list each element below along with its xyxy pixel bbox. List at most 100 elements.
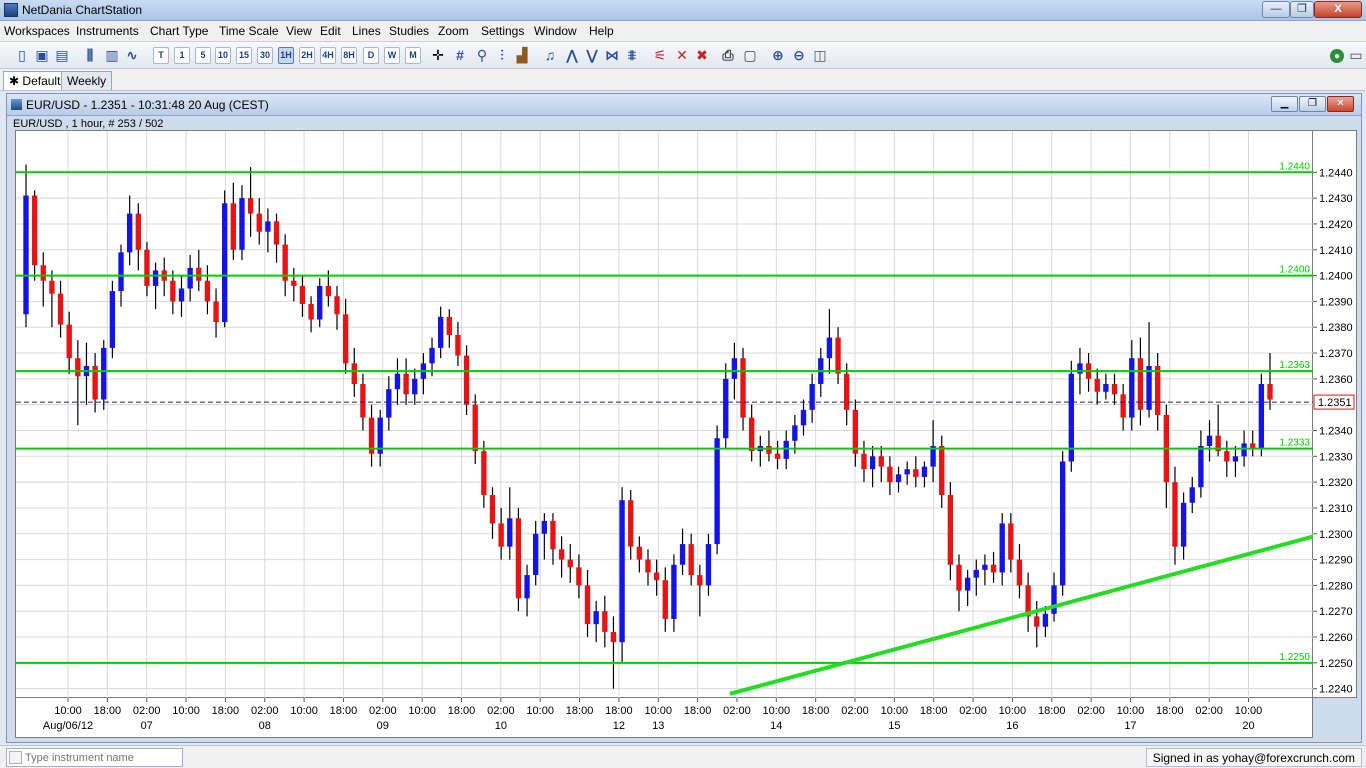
study-icon[interactable]: ⚲ [474,47,490,64]
menu-edit[interactable]: Edit [320,24,341,38]
delete-icon[interactable]: ✕ [674,47,690,64]
candle-body-up [524,575,530,599]
timescale-15m[interactable]: 15 [236,47,252,64]
timescale-4h[interactable]: 4H [320,47,336,64]
timescale-5m[interactable]: 5 [195,47,211,64]
candle-body-up [921,466,928,477]
level-label: 1.2363 [1279,360,1310,371]
timescale-2h[interactable]: 2H [299,47,315,64]
candle [982,554,988,586]
x-date-label: 14 [770,720,782,732]
candle-body-down [463,355,470,405]
candlestick-chart[interactable]: 1.2440 1.2400 1.2363 1.2333 1.2250 [16,131,1315,699]
instrument-search-input[interactable] [25,750,181,765]
zoom-out-icon[interactable]: ⊖ [791,47,807,64]
y-tick-label: 1.2270 [1319,606,1353,618]
grid-icon[interactable]: # [452,47,468,64]
candle [835,327,841,385]
timescale-daily[interactable]: D [363,47,379,64]
candle-body-up [178,288,185,302]
crosshair-icon[interactable]: ✛ [430,47,446,64]
timescale-1h[interactable]: 1H [278,47,294,64]
timescale-10m[interactable]: 10 [215,47,231,64]
timescale-30m[interactable]: 30 [257,47,273,64]
zoom-in-icon[interactable]: ⊕ [770,47,786,64]
candle-style-icon[interactable]: ⫶ [494,47,510,64]
candle [679,528,686,576]
candle [1059,451,1066,596]
timescale-weekly[interactable]: W [384,47,400,64]
connection-status-icon: ● [1330,49,1344,63]
candle [809,373,815,423]
candle [23,164,29,328]
candle [930,420,936,483]
candle-body-down [567,559,573,568]
menu-zoom[interactable]: Zoom [438,24,469,38]
layout-icon[interactable]: ▭ [1348,47,1364,64]
parallel-icon[interactable]: ⩨ [624,47,640,64]
menu-view[interactable]: View [286,24,312,38]
x-tick-label: 10:00 [526,705,554,717]
candle-body-down [636,546,643,560]
chart-minimize-button[interactable]: ▁ [1271,96,1298,112]
alert-icon[interactable]: ♫ [542,47,558,64]
timescale-8h[interactable]: 8H [341,47,357,64]
line-chart-icon[interactable]: ∿ [124,47,140,64]
candlestick-icon[interactable]: ▥ [104,47,120,64]
fibonacci-icon[interactable]: ⋁ [584,47,600,64]
menu-help[interactable]: Help [589,24,614,38]
candle-body-down [472,404,478,452]
tab-weekly[interactable]: Weekly [61,71,113,90]
trendline-icon[interactable]: ⋀ [564,47,580,64]
close-button[interactable]: X [1314,1,1362,18]
candle-body-up [109,291,116,348]
menu-settings[interactable]: Settings [481,24,524,38]
print-preview-icon[interactable]: ▢ [742,47,758,64]
menu-chart-type[interactable]: Chart Type [150,24,208,38]
timescale-1m[interactable]: 1 [174,47,190,64]
menu-window[interactable]: Window [534,24,577,38]
candle [247,167,254,237]
delete-line-icon[interactable]: ⚟ [652,47,668,64]
time-axis-svg: 10:00 18:00 02:00 10:00 18:00 02:00 10:00 18:00… [43,698,1262,732]
menu-workspaces[interactable]: Workspaces [4,24,70,38]
timescale-tick[interactable]: T [153,47,169,64]
chart-window: EUR/USD - 1.2351 - 10:31:48 20 Aug (CEST… [6,93,1362,743]
delete-all-icon[interactable]: ✖ [694,47,710,64]
menu-studies[interactable]: Studies [389,24,429,38]
volume-icon[interactable]: ▟ [514,47,530,64]
plot-area[interactable]: 1.2440 1.2400 1.2363 1.2333 1.2250 [15,130,1315,699]
chart-close-button[interactable]: ✕ [1327,96,1354,112]
zoom-reset-icon[interactable]: ◫ [812,47,828,64]
candle [455,322,461,366]
print-setup-icon[interactable]: ▤ [54,47,70,64]
print-icon[interactable]: ⎙ [720,47,736,64]
candle-body-up [1241,443,1247,457]
candle [239,185,245,261]
tab-default[interactable]: ✱ Default [3,71,67,90]
maximize-button[interactable]: ❐ [1290,1,1314,18]
candle-body-down [662,580,668,619]
price-axis[interactable]: 1.2440 1.2430 1.2420 1.2410 1.2400 1.2390 1.23… [1313,130,1357,698]
save-icon[interactable]: ▣ [34,47,50,64]
menu-time-scale[interactable]: Time Scale [219,24,279,38]
y-tick-label: 1.2290 [1319,555,1353,567]
candle-body-down [360,384,366,418]
candle [602,595,608,648]
instrument-search[interactable] [6,748,183,767]
x-tick-label: 02:00 [841,705,869,717]
candle [265,208,271,253]
chart-restore-button[interactable]: ❐ [1299,96,1326,112]
candle-body-down [550,520,556,550]
timescale-monthly[interactable]: M [405,47,421,64]
candle [990,551,997,583]
channel-icon[interactable]: ⋈ [604,47,620,64]
menu-instruments[interactable]: Instruments [76,24,139,38]
tab-weekly-label: Weekly [67,74,107,88]
bar-chart-icon[interactable]: ⫼ [82,47,98,64]
menu-lines[interactable]: Lines [352,24,381,38]
candle [57,280,64,338]
new-icon[interactable]: ▯ [14,47,30,64]
time-axis[interactable]: 10:00 18:00 02:00 10:00 18:00 02:00 10:00 18:00… [15,698,1313,738]
minimize-button[interactable]: — [1262,1,1290,18]
